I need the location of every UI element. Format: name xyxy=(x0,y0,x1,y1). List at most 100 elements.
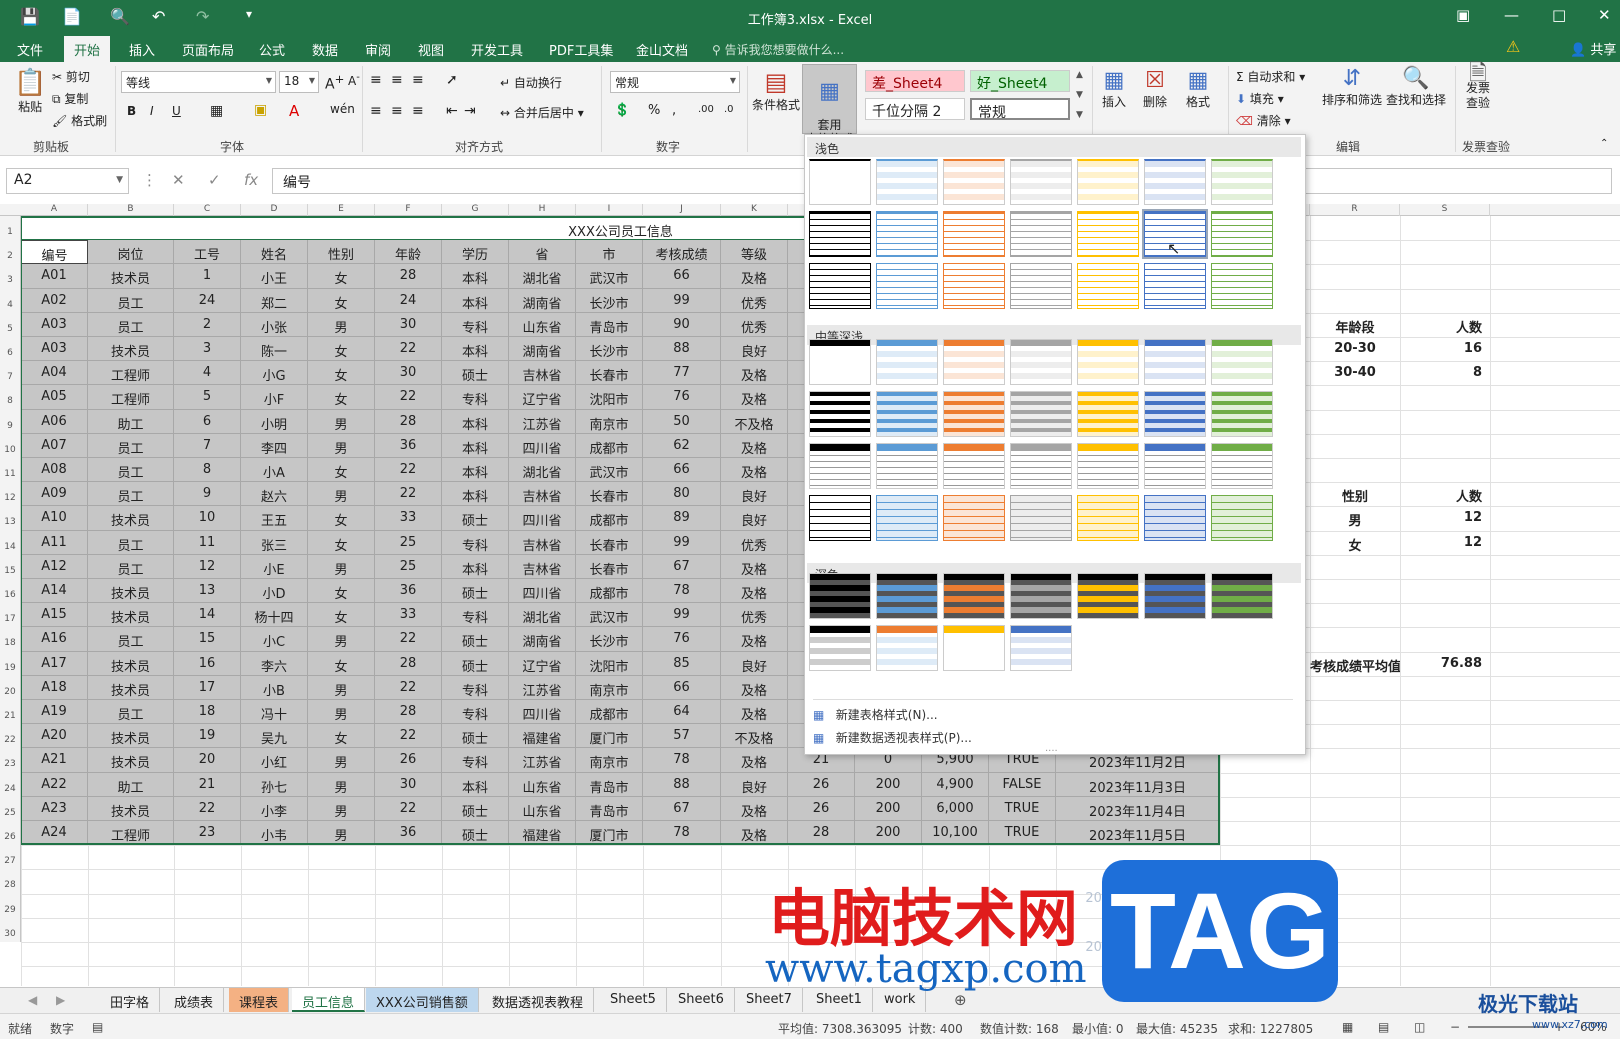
table-row-cell[interactable]: 78 xyxy=(643,579,721,604)
table-row-cell[interactable]: 22 xyxy=(375,482,442,507)
table-row-cell[interactable]: 200 xyxy=(855,772,922,797)
table-row-cell[interactable]: A10 xyxy=(21,506,88,531)
underline-button[interactable]: U xyxy=(172,104,181,118)
row-header[interactable]: 8 xyxy=(0,385,21,410)
side-table-cell[interactable]: 人数 xyxy=(1400,482,1490,506)
table-row-cell[interactable]: 专科 xyxy=(442,385,509,410)
table-row-cell[interactable]: 山东省 xyxy=(509,312,576,337)
table-style-swatch[interactable] xyxy=(1010,159,1072,205)
table-row-cell[interactable]: 赵六 xyxy=(241,482,308,507)
table-row-cell[interactable]: 76 xyxy=(643,627,721,652)
table-row-cell[interactable]: 武汉市 xyxy=(576,603,643,628)
page-break-view-icon[interactable]: ◫ xyxy=(1414,1020,1425,1034)
row-header[interactable]: 13 xyxy=(0,506,21,531)
side-table-cell[interactable]: 女 xyxy=(1310,531,1400,555)
table-row-cell[interactable]: 青岛市 xyxy=(576,772,643,797)
row-header[interactable]: 26 xyxy=(0,821,21,846)
tab-developer[interactable]: 开发工具 xyxy=(471,40,523,59)
table-row-cell[interactable]: 50 xyxy=(643,409,721,434)
table-row-cell[interactable]: 男 xyxy=(308,433,375,458)
percent-icon[interactable]: % xyxy=(648,103,660,118)
table-row-cell[interactable]: 5 xyxy=(174,385,241,410)
table-row-cell[interactable]: 吉林省 xyxy=(509,361,576,386)
table-row-cell[interactable]: A05 xyxy=(21,385,88,410)
conditional-format-button[interactable]: ▤ 条件格式 xyxy=(752,68,800,113)
table-row-cell[interactable]: 22 xyxy=(174,796,241,821)
tell-me-input[interactable]: ⚲ 告诉我您想要做什么... xyxy=(712,41,844,58)
table-row-cell[interactable]: 青岛市 xyxy=(576,312,643,337)
indent-decrease-icon[interactable]: ⇤ xyxy=(446,103,458,119)
table-row-cell[interactable]: 小韦 xyxy=(241,821,308,846)
column-header[interactable]: E xyxy=(308,204,375,216)
table-row-cell[interactable]: 员工 xyxy=(88,458,174,483)
table-row-cell[interactable]: 优秀 xyxy=(721,312,788,337)
table-style-swatch[interactable] xyxy=(1010,263,1072,309)
side-table-cell[interactable]: 性别 xyxy=(1310,482,1400,506)
table-row-cell[interactable]: 沈阳市 xyxy=(576,385,643,410)
side-table-cell[interactable]: 76.88 xyxy=(1400,652,1490,676)
table-style-swatch[interactable] xyxy=(1077,573,1139,619)
table-row-cell[interactable]: 及格 xyxy=(721,554,788,579)
comma-icon[interactable]: , xyxy=(672,103,676,118)
add-sheet-icon[interactable]: ⊕ xyxy=(954,991,967,1009)
table-row-cell[interactable]: 本科 xyxy=(442,554,509,579)
table-row-cell[interactable]: 湖北省 xyxy=(509,458,576,483)
table-row-cell[interactable]: 技术员 xyxy=(88,675,174,700)
table-row-cell[interactable]: 33 xyxy=(375,603,442,628)
table-row-cell[interactable]: 77 xyxy=(643,361,721,386)
table-row-cell[interactable]: 男 xyxy=(308,821,375,846)
table-row-cell[interactable]: 2023年11月3日 xyxy=(1056,772,1220,797)
table-style-swatch[interactable] xyxy=(809,339,871,385)
table-style-swatch[interactable] xyxy=(943,263,1005,309)
table-style-swatch[interactable] xyxy=(1077,443,1139,489)
table-row-cell[interactable]: 女 xyxy=(308,361,375,386)
table-row-cell[interactable]: 硕士 xyxy=(442,651,509,676)
table-row-cell[interactable]: 四川省 xyxy=(509,433,576,458)
table-header-cell[interactable]: 姓名 xyxy=(241,240,308,265)
table-row-cell[interactable]: 硕士 xyxy=(442,821,509,846)
table-row-cell[interactable]: 200 xyxy=(855,821,922,846)
side-table-cell[interactable]: 人数 xyxy=(1400,313,1490,337)
table-row-cell[interactable]: 小张 xyxy=(241,312,308,337)
table-style-swatch[interactable] xyxy=(876,443,938,489)
table-style-swatch[interactable] xyxy=(1144,263,1206,309)
table-row-cell[interactable]: 3 xyxy=(174,337,241,362)
column-header[interactable]: J xyxy=(643,204,721,216)
table-row-cell[interactable]: 本科 xyxy=(442,409,509,434)
table-row-cell[interactable]: 专科 xyxy=(442,603,509,628)
table-row-cell[interactable]: 30 xyxy=(375,772,442,797)
table-row-cell[interactable]: 78 xyxy=(643,748,721,773)
table-row-cell[interactable]: 及格 xyxy=(721,579,788,604)
align-bottom-icon[interactable]: ≡ xyxy=(412,72,424,88)
table-style-swatch[interactable] xyxy=(1077,391,1139,437)
table-row-cell[interactable]: 13 xyxy=(174,579,241,604)
style-good[interactable]: 好_Sheet4 xyxy=(970,70,1070,92)
table-style-swatch[interactable] xyxy=(1010,443,1072,489)
table-style-swatch[interactable] xyxy=(809,573,871,619)
table-style-swatch[interactable] xyxy=(1010,211,1072,257)
table-style-swatch[interactable] xyxy=(943,443,1005,489)
table-row-cell[interactable]: 李六 xyxy=(241,651,308,676)
table-row-cell[interactable]: 女 xyxy=(308,579,375,604)
table-style-swatch[interactable] xyxy=(876,211,938,257)
table-row-cell[interactable]: 36 xyxy=(375,579,442,604)
close-icon[interactable]: ✕ xyxy=(1598,6,1611,24)
table-row-cell[interactable]: 男 xyxy=(308,748,375,773)
table-row-cell[interactable]: 女 xyxy=(308,288,375,313)
table-row-cell[interactable]: 及格 xyxy=(721,700,788,725)
table-row-cell[interactable]: 本科 xyxy=(442,433,509,458)
table-row-cell[interactable]: 及格 xyxy=(721,796,788,821)
table-row-cell[interactable]: 员工 xyxy=(88,627,174,652)
table-row-cell[interactable]: 小E xyxy=(241,554,308,579)
new-pivot-style-item[interactable]: ▦ 新建数据透视表样式(P)... xyxy=(813,729,972,746)
table-row-cell[interactable]: 员工 xyxy=(88,554,174,579)
table-row-cell[interactable]: 成都市 xyxy=(576,506,643,531)
tab-home[interactable]: 开始 xyxy=(64,36,111,62)
table-row-cell[interactable]: 南京市 xyxy=(576,748,643,773)
style-bad[interactable]: 差_Sheet4 xyxy=(865,70,965,92)
table-style-gallery[interactable]: 浅色 中等深浅 深色 ▦ 新建表格样式(N)... ▦ 新建数据透视表样式(P)… xyxy=(804,134,1306,755)
table-row-cell[interactable]: 小王 xyxy=(241,264,308,289)
autosum-button[interactable]: Σ 自动求和 ▾ xyxy=(1236,68,1305,85)
table-row-cell[interactable]: A08 xyxy=(21,458,88,483)
table-row-cell[interactable]: 28 xyxy=(375,700,442,725)
